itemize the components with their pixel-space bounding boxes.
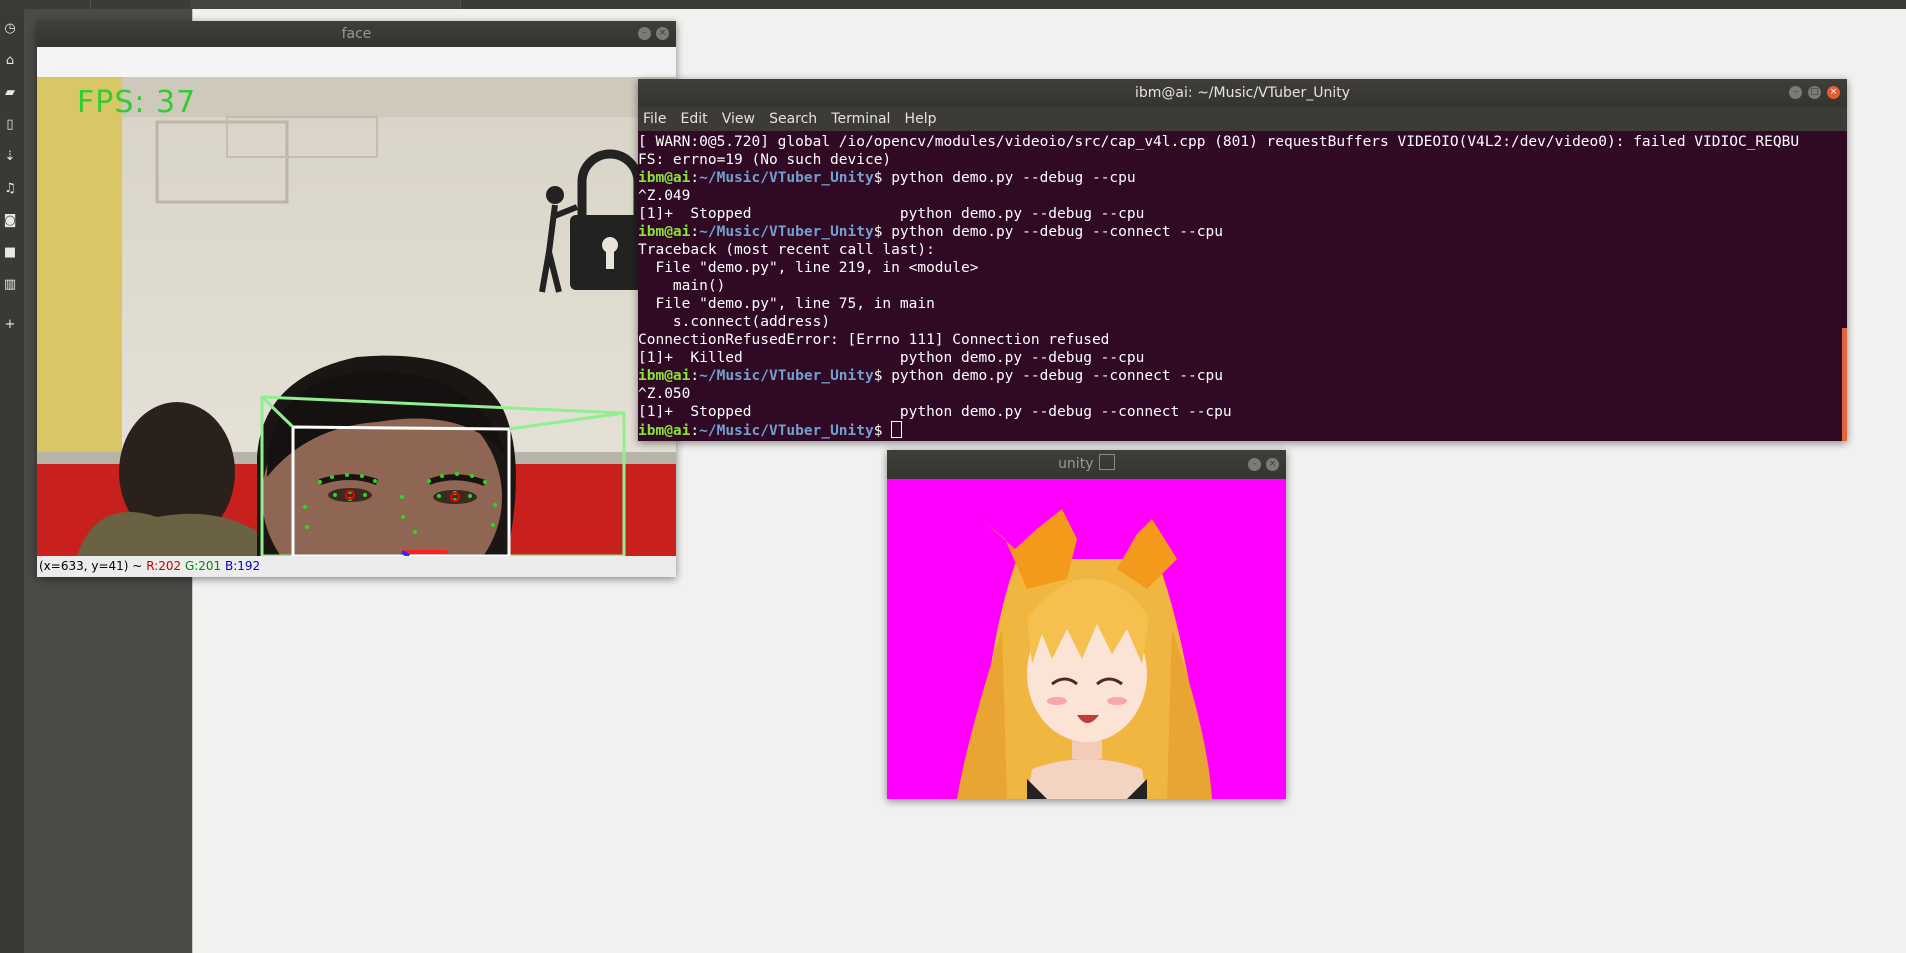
minimize-icon[interactable]: –	[1789, 86, 1802, 99]
face-toolbar	[37, 47, 676, 78]
menu-view[interactable]: View	[722, 107, 755, 131]
prompt-command: $ python demo.py --debug --connect --cpu	[873, 368, 1223, 384]
terminal-output-line: File "demo.py", line 219, in <module>	[638, 260, 979, 276]
prompt-path: ~/Music/VTuber_Unity	[699, 368, 874, 384]
home-icon[interactable]: ⌂	[0, 51, 20, 71]
terminal-output-line: [1]+ Killed python demo.py --debug --cpu	[638, 350, 1145, 366]
pixel-green-value: G:201	[184, 559, 222, 573]
terminal-output-line: Traceback (most recent call last):	[638, 242, 935, 258]
anime-avatar	[957, 509, 1212, 799]
pixel-red-value: R:202	[146, 559, 182, 573]
close-icon[interactable]: ×	[656, 27, 669, 40]
minimize-icon[interactable]: –	[1248, 458, 1261, 471]
menu-search[interactable]: Search	[769, 107, 817, 131]
webcam-view[interactable]: FPS: 37	[37, 77, 676, 556]
pixel-blue-value: B:192	[225, 559, 261, 573]
menu-terminal[interactable]: Terminal	[831, 107, 890, 131]
top-bar	[0, 0, 1906, 9]
prompt-user: ibm@ai	[638, 423, 691, 439]
top-tab[interactable]	[190, 0, 461, 9]
window-title: face	[341, 26, 372, 42]
terminal-output-line: File "demo.py", line 75, in main	[638, 296, 935, 312]
prompt-separator: :	[690, 423, 700, 439]
yellow-wall	[37, 77, 122, 497]
unity-window: unity – ×	[887, 450, 1286, 799]
pixel-status-bar: (x=633, y=41) ~ R:202 G:201 B:192	[37, 556, 676, 577]
close-icon[interactable]: ×	[1266, 458, 1279, 471]
terminal-output-line: ^Z.050	[638, 386, 691, 402]
terminal-prompt-line: ibm@ai:~/Music/VTuber_Unity$ python demo…	[638, 223, 1799, 241]
pixel-coords: (x=633, y=41) ~	[39, 559, 143, 573]
window-title: unity	[1058, 456, 1094, 472]
terminal-titlebar[interactable]: ibm@ai: ~/Music/VTuber_Unity – □ ×	[638, 79, 1847, 107]
terminal-prompt-line: ibm@ai:~/Music/VTuber_Unity$ python demo…	[638, 169, 1799, 187]
file-manager-sidebar: ◷ ⌂ ▰ ▯ ⇣ ♫ ◙ ■ ▥ +	[0, 9, 24, 953]
prompt-separator: :	[690, 224, 700, 240]
face-titlebar[interactable]: face – ×	[37, 21, 676, 47]
terminal-window: ibm@ai: ~/Music/VTuber_Unity – □ × File …	[638, 79, 1847, 441]
trash-icon[interactable]: ▥	[0, 275, 20, 295]
prompt-separator: :	[690, 170, 700, 186]
prompt-user: ibm@ai	[638, 368, 691, 384]
terminal-output-line: s.connect(address)	[638, 314, 831, 330]
prompt-user: ibm@ai	[638, 170, 691, 186]
menu-help[interactable]: Help	[905, 107, 937, 131]
prompt-path: ~/Music/VTuber_Unity	[699, 170, 874, 186]
terminal-prompt-line: ibm@ai:~/Music/VTuber_Unity$	[638, 421, 1799, 440]
menu-edit[interactable]: Edit	[681, 107, 708, 131]
minimize-icon[interactable]: –	[638, 27, 651, 40]
window-title: ibm@ai: ~/Music/VTuber_Unity	[1135, 85, 1350, 101]
ceiling	[122, 77, 676, 117]
prompt-command: $ python demo.py --debug --connect --cpu	[873, 224, 1223, 240]
clock-icon[interactable]: ◷	[0, 19, 20, 39]
app-icon	[1098, 454, 1115, 470]
terminal-output-line: FS: errno=19 (No such device)	[638, 152, 892, 168]
terminal-output-line: ^Z.049	[638, 188, 691, 204]
prompt-path: ~/Music/VTuber_Unity	[699, 224, 874, 240]
download-icon[interactable]: ⇣	[0, 147, 20, 167]
camera-icon[interactable]: ◙	[0, 211, 20, 231]
terminal-output-line: [1]+ Stopped python demo.py --debug --co…	[638, 404, 1232, 420]
close-icon[interactable]: ×	[1827, 86, 1840, 99]
prompt-user: ibm@ai	[638, 224, 691, 240]
terminal-lines: [ WARN:0@5.720] global /io/opencv/module…	[638, 133, 1799, 440]
terminal-cursor	[891, 421, 903, 438]
top-tab[interactable]	[0, 0, 91, 9]
plus-icon[interactable]: +	[0, 315, 20, 335]
prompt-separator: :	[690, 368, 700, 384]
terminal-scrollbar[interactable]	[1842, 328, 1847, 441]
terminal-output-line: [ WARN:0@5.720] global /io/opencv/module…	[638, 134, 1800, 150]
prompt-command: $ python demo.py --debug --cpu	[873, 170, 1136, 186]
terminal-output-line: main()	[638, 278, 726, 294]
menu-file[interactable]: File	[643, 107, 666, 131]
video-icon[interactable]: ■	[0, 243, 20, 263]
webcam-frame	[37, 77, 676, 556]
avatar-viewport[interactable]	[887, 479, 1286, 799]
music-icon[interactable]: ♫	[0, 179, 20, 199]
fps-overlay: FPS: 37	[77, 85, 197, 120]
terminal-menubar: File Edit View Search Terminal Help	[638, 107, 1847, 131]
face-window: face – × FPS: 37 (x=633, y=41) ~ R:202 G…	[37, 21, 676, 577]
folder-icon[interactable]: ▰	[0, 83, 20, 103]
terminal-output-line: ConnectionRefusedError: [Errno 111] Conn…	[638, 332, 1110, 348]
document-icon[interactable]: ▯	[0, 115, 20, 135]
prompt-path: ~/Music/VTuber_Unity	[699, 423, 874, 439]
terminal-prompt-line: ibm@ai:~/Music/VTuber_Unity$ python demo…	[638, 367, 1799, 385]
terminal-output-line: [1]+ Stopped python demo.py --debug --cp…	[638, 206, 1145, 222]
maximize-icon[interactable]: □	[1808, 86, 1821, 99]
top-tab[interactable]	[90, 0, 191, 9]
main-person	[257, 355, 516, 556]
terminal-output[interactable]: [ WARN:0@5.720] global /io/opencv/module…	[638, 131, 1847, 441]
prompt-command: $	[873, 423, 892, 439]
unity-titlebar[interactable]: unity – ×	[887, 450, 1286, 479]
